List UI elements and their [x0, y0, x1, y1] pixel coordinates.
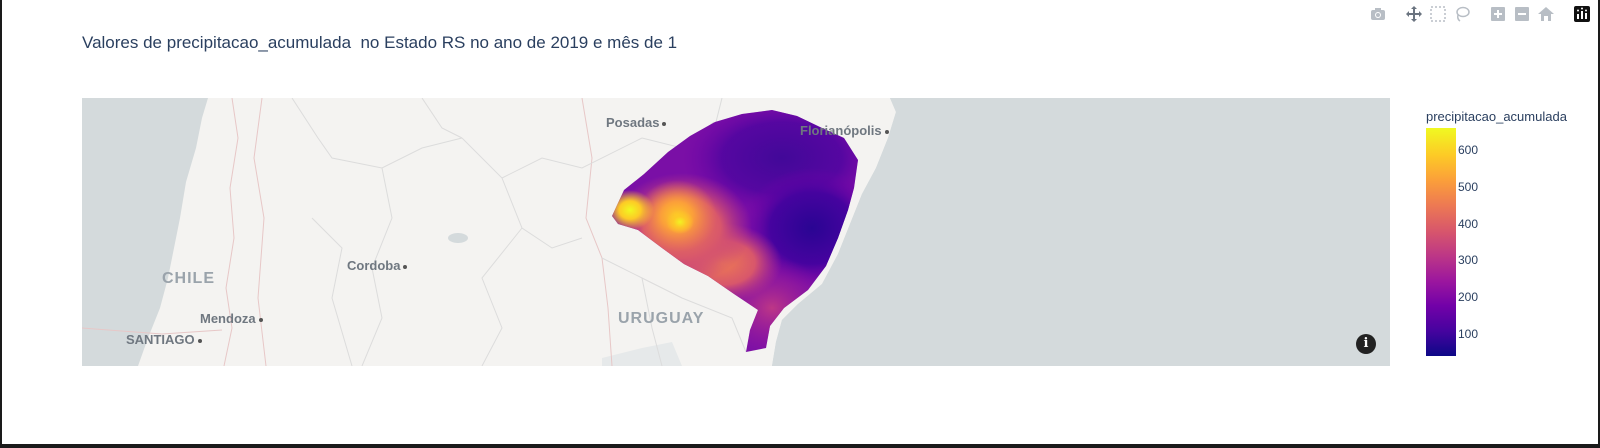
colorbar-tick: 200	[1458, 290, 1479, 305]
label-uruguay: URUGUAY	[618, 310, 705, 327]
attribution-info-icon[interactable]: i	[1356, 334, 1376, 354]
label-posadas: Posadas	[606, 115, 667, 130]
reset-view-icon[interactable]	[1536, 4, 1556, 24]
basemap	[82, 98, 1390, 366]
colorbar-title: precipitacao_acumulada	[1426, 109, 1567, 124]
lasso-select-icon[interactable]	[1452, 4, 1472, 24]
map-area[interactable]: Posadas Florianópolis CHILE Cordoba Mend…	[82, 98, 1390, 366]
plotly-logo-icon[interactable]	[1572, 4, 1592, 24]
modebar	[1368, 3, 1592, 25]
label-florianopolis: Florianópolis	[800, 123, 889, 138]
pan-icon[interactable]	[1404, 4, 1424, 24]
label-santiago: SANTIAGO	[126, 332, 202, 347]
chart-title: Valores de precipitacao_acumulada no Est…	[82, 33, 678, 52]
label-chile: CHILE	[162, 270, 215, 287]
colorbar-tick: 400	[1458, 216, 1479, 231]
colorbar-tick: 100	[1458, 326, 1479, 341]
colorbar-tick: 500	[1458, 179, 1479, 194]
box-select-icon[interactable]	[1428, 4, 1448, 24]
zoom-in-icon[interactable]	[1488, 4, 1508, 24]
label-mendoza: Mendoza	[200, 311, 263, 326]
colorbar-tick: 600	[1458, 143, 1479, 158]
zoom-out-icon[interactable]	[1512, 4, 1532, 24]
colorbar	[1426, 128, 1456, 356]
colorbar-tick: 300	[1458, 253, 1479, 268]
camera-icon[interactable]	[1368, 4, 1388, 24]
label-cordoba: Cordoba	[347, 258, 408, 273]
